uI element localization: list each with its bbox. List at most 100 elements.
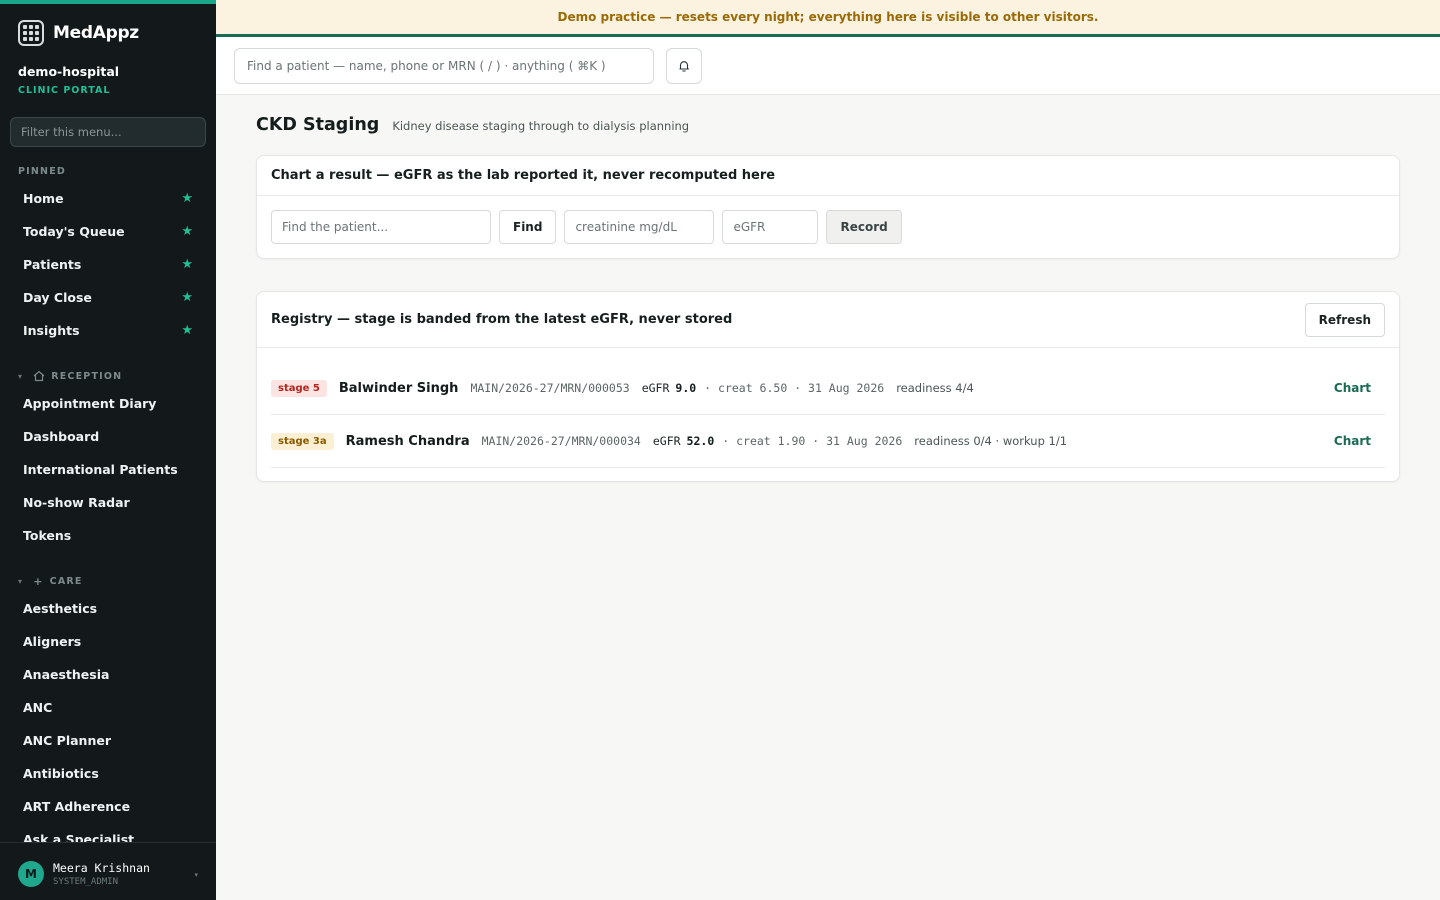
refresh-button[interactable]: Refresh <box>1304 302 1385 337</box>
star-icon[interactable]: ★ <box>181 290 193 305</box>
registry-card: Registry — stage is banded from the late… <box>256 291 1400 482</box>
egfr-label: eGFR <box>641 381 670 395</box>
patient-search-input[interactable] <box>234 48 654 84</box>
plus-icon: + <box>33 575 44 588</box>
sidebar-item-label: Aesthetics <box>23 600 98 616</box>
patient-name: Ramesh Chandra <box>345 433 470 449</box>
sidebar-item-label: Day Close <box>23 289 92 305</box>
sidebar-item-international-patients[interactable]: International Patients <box>10 454 206 484</box>
sidebar-item-label: ANC <box>23 699 53 715</box>
sidebar-item-aligners[interactable]: Aligners <box>10 626 206 656</box>
section-label-text: RECEPTION <box>51 370 123 382</box>
sidebar-item-label: Anaesthesia <box>23 666 110 682</box>
topbar <box>216 37 1440 95</box>
avatar: M <box>18 860 44 887</box>
star-icon[interactable]: ★ <box>181 323 193 338</box>
patient-name: Balwinder Singh <box>338 380 459 396</box>
patient-lookup-input[interactable] <box>271 210 491 244</box>
menu-filter-input[interactable] <box>10 117 206 147</box>
star-icon[interactable]: ★ <box>181 224 193 239</box>
brand-name: MedAppz <box>53 23 139 43</box>
portal-label: CLINIC PORTAL <box>18 85 111 96</box>
section-reception[interactable]: ▾ RECEPTION <box>18 370 122 382</box>
star-icon[interactable]: ★ <box>181 191 193 206</box>
sidebar-item-antibiotics[interactable]: Antibiotics <box>10 758 206 788</box>
brand-logo-icon <box>18 20 44 46</box>
lab-meta: · creat 1.90 · 31 Aug 2026 <box>722 434 903 448</box>
notifications-button[interactable] <box>666 48 702 84</box>
user-menu[interactable]: M Meera Krishnan SYSTEM_ADMIN ▾ <box>0 842 216 900</box>
table-row: stage 5 Balwinder Singh MAIN/2026-27/MRN… <box>271 362 1385 415</box>
sidebar-item-day-close[interactable]: Day Close ★ <box>10 282 206 312</box>
sidebar-item-aesthetics[interactable]: Aesthetics <box>10 593 206 623</box>
registry-header: Registry — stage is banded from the late… <box>257 292 1399 348</box>
chevron-down-icon: ▾ <box>194 871 198 879</box>
demo-banner: Demo practice — resets every night; ever… <box>216 0 1440 37</box>
section-pinned: PINNED <box>18 166 66 177</box>
page-header: CKD Staging Kidney disease staging throu… <box>256 115 689 135</box>
sidebar-item-home[interactable]: Home ★ <box>10 183 206 213</box>
table-row: stage 3a Ramesh Chandra MAIN/2026-27/MRN… <box>271 415 1385 468</box>
sidebar-item-label: Aligners <box>23 633 82 649</box>
sidebar: MedAppz demo-hospital CLINIC PORTAL PINN… <box>0 0 216 900</box>
record-button[interactable]: Record <box>826 210 902 244</box>
sidebar-nav: MedAppz demo-hospital CLINIC PORTAL PINN… <box>0 4 216 842</box>
creatinine-input[interactable] <box>564 210 715 244</box>
chart-result-card: Chart a result — eGFR as the lab reporte… <box>256 155 1400 259</box>
tenant-name: demo-hospital <box>18 64 120 79</box>
stage-badge: stage 3a <box>271 432 334 450</box>
sidebar-item-label: Dashboard <box>23 428 100 444</box>
sidebar-item-label: Home <box>23 190 64 206</box>
star-icon[interactable]: ★ <box>181 257 193 272</box>
card-title: Chart a result — eGFR as the lab reporte… <box>257 156 1399 196</box>
sidebar-item-label: Tokens <box>23 527 72 543</box>
egfr-input[interactable] <box>722 210 819 244</box>
sidebar-item-label: Today's Queue <box>23 223 125 239</box>
sidebar-item-label: No-show Radar <box>23 494 130 510</box>
readiness: readiness 4/4 <box>896 381 974 395</box>
caret-down-icon: ▾ <box>18 577 24 586</box>
sidebar-item-label: Ask a Specialist <box>23 831 135 843</box>
stage-badge: stage 5 <box>271 379 327 397</box>
chart-result-form: Find Record <box>271 210 902 244</box>
chart-link[interactable]: Chart <box>1334 434 1371 448</box>
page-subtitle: Kidney disease staging through to dialys… <box>392 119 690 133</box>
reception-icon <box>33 370 45 382</box>
sidebar-item-label: Appointment Diary <box>23 395 157 411</box>
patient-mrn: MAIN/2026-27/MRN/000034 <box>481 434 641 448</box>
user-name: Meera Krishnan <box>53 860 150 875</box>
sidebar-item-ask-a-specialist[interactable]: Ask a Specialist <box>10 824 206 843</box>
bell-icon <box>679 61 690 72</box>
sidebar-item-appointment-diary[interactable]: Appointment Diary <box>10 388 206 418</box>
sidebar-item-label: Insights <box>23 322 80 338</box>
sidebar-item-todays-queue[interactable]: Today's Queue ★ <box>10 216 206 246</box>
patient-mrn: MAIN/2026-27/MRN/000053 <box>470 381 630 395</box>
egfr-label: eGFR <box>652 434 681 448</box>
sidebar-item-art-adherence[interactable]: ART Adherence <box>10 791 206 821</box>
sidebar-item-tokens[interactable]: Tokens <box>10 520 206 550</box>
section-care[interactable]: ▾ + CARE <box>18 575 83 588</box>
sidebar-item-no-show-radar[interactable]: No-show Radar <box>10 487 206 517</box>
sidebar-item-label: International Patients <box>23 461 178 477</box>
sidebar-item-label: ANC Planner <box>23 732 111 748</box>
sidebar-item-dashboard[interactable]: Dashboard <box>10 421 206 451</box>
sidebar-item-insights[interactable]: Insights ★ <box>10 315 206 345</box>
egfr-value: 9.0 <box>675 381 697 395</box>
user-role: SYSTEM_ADMIN <box>53 876 119 887</box>
sidebar-item-label: ART Adherence <box>23 798 131 814</box>
egfr-value: 52.0 <box>686 434 715 448</box>
section-label-text: CARE <box>49 576 83 587</box>
find-button[interactable]: Find <box>499 210 557 244</box>
lab-meta: · creat 6.50 · 31 Aug 2026 <box>704 381 885 395</box>
caret-down-icon: ▾ <box>18 371 24 381</box>
sidebar-item-patients[interactable]: Patients ★ <box>10 249 206 279</box>
readiness: readiness 0/4 · workup 1/1 <box>914 434 1068 448</box>
chart-link[interactable]: Chart <box>1334 381 1371 395</box>
sidebar-item-label: Antibiotics <box>23 765 99 781</box>
brand[interactable]: MedAppz <box>18 20 139 46</box>
page-title: CKD Staging <box>256 115 380 135</box>
sidebar-item-anc[interactable]: ANC <box>10 692 206 722</box>
sidebar-item-label: Patients <box>23 256 82 272</box>
sidebar-item-anc-planner[interactable]: ANC Planner <box>10 725 206 755</box>
sidebar-item-anaesthesia[interactable]: Anaesthesia <box>10 659 206 689</box>
